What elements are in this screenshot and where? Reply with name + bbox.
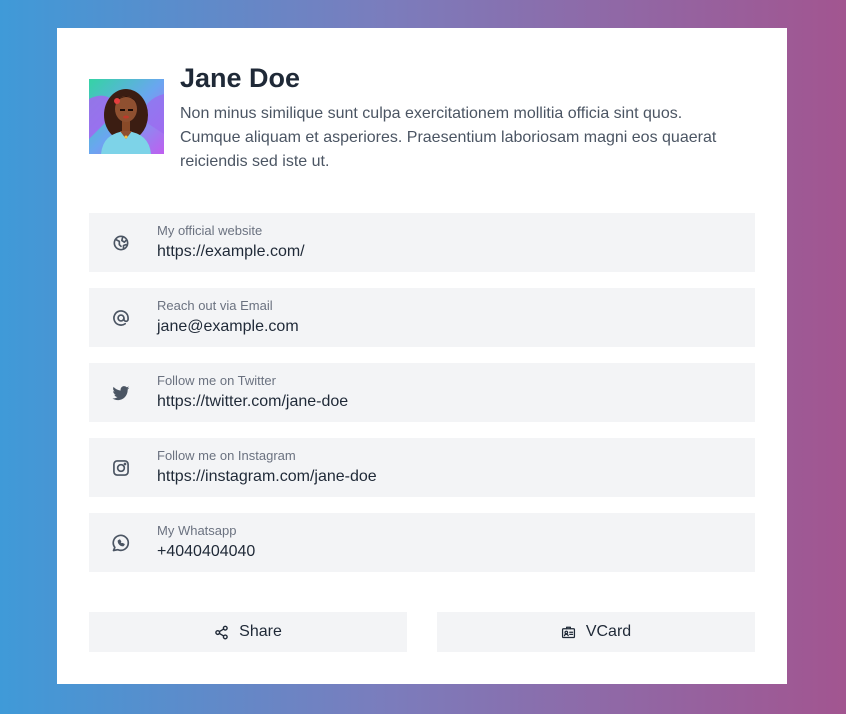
link-value: jane@example.com (157, 317, 299, 335)
instagram-icon (89, 438, 153, 497)
whatsapp-icon (89, 513, 153, 572)
profile-name: Jane Doe (180, 63, 301, 93)
link-instagram[interactable]: Follow me on Instagram https://instagram… (89, 438, 755, 497)
action-bar: Share VCard (89, 612, 755, 652)
twitter-icon (89, 363, 153, 422)
link-text: My Whatsapp +4040404040 (157, 523, 255, 563)
link-label: My Whatsapp (157, 522, 237, 538)
share-icon (215, 625, 228, 639)
link-whatsapp[interactable]: My Whatsapp +4040404040 (89, 513, 755, 572)
link-text: My official website https://example.com/ (157, 223, 305, 263)
at-sign-icon (89, 288, 153, 347)
link-text: Follow me on Twitter https://twitter.com… (157, 373, 348, 413)
link-twitter[interactable]: Follow me on Twitter https://twitter.com… (89, 363, 755, 422)
link-text: Reach out via Email jane@example.com (157, 298, 299, 338)
link-website[interactable]: My official website https://example.com/ (89, 213, 755, 272)
id-card-icon (561, 626, 575, 638)
link-label: Follow me on Instagram (157, 447, 296, 463)
link-value: https://example.com/ (157, 242, 305, 260)
profile-card: Jane Doe Non minus similique sunt culpa … (57, 28, 787, 684)
link-label: My official website (157, 222, 263, 238)
link-label: Reach out via Email (157, 297, 273, 313)
link-email[interactable]: Reach out via Email jane@example.com (89, 288, 755, 347)
profile-text: Jane Doe Non minus similique sunt culpa … (180, 63, 740, 174)
link-value: https://instagram.com/jane-doe (157, 467, 377, 485)
link-value: https://twitter.com/jane-doe (157, 392, 349, 410)
share-label: Share (239, 623, 282, 640)
avatar (89, 79, 164, 154)
vcard-button[interactable]: VCard (437, 612, 755, 652)
link-text: Follow me on Instagram https://instagram… (157, 448, 377, 488)
profile-bio: Non minus similique sunt culpa exercitat… (180, 105, 717, 170)
link-label: Follow me on Twitter (157, 372, 276, 388)
globe-icon (89, 213, 153, 272)
links-list: My official website https://example.com/… (89, 213, 755, 588)
share-button[interactable]: Share (89, 612, 407, 652)
link-value: +4040404040 (157, 542, 256, 560)
profile-header: Jane Doe Non minus similique sunt culpa … (89, 63, 755, 174)
vcard-label: VCard (585, 623, 632, 640)
